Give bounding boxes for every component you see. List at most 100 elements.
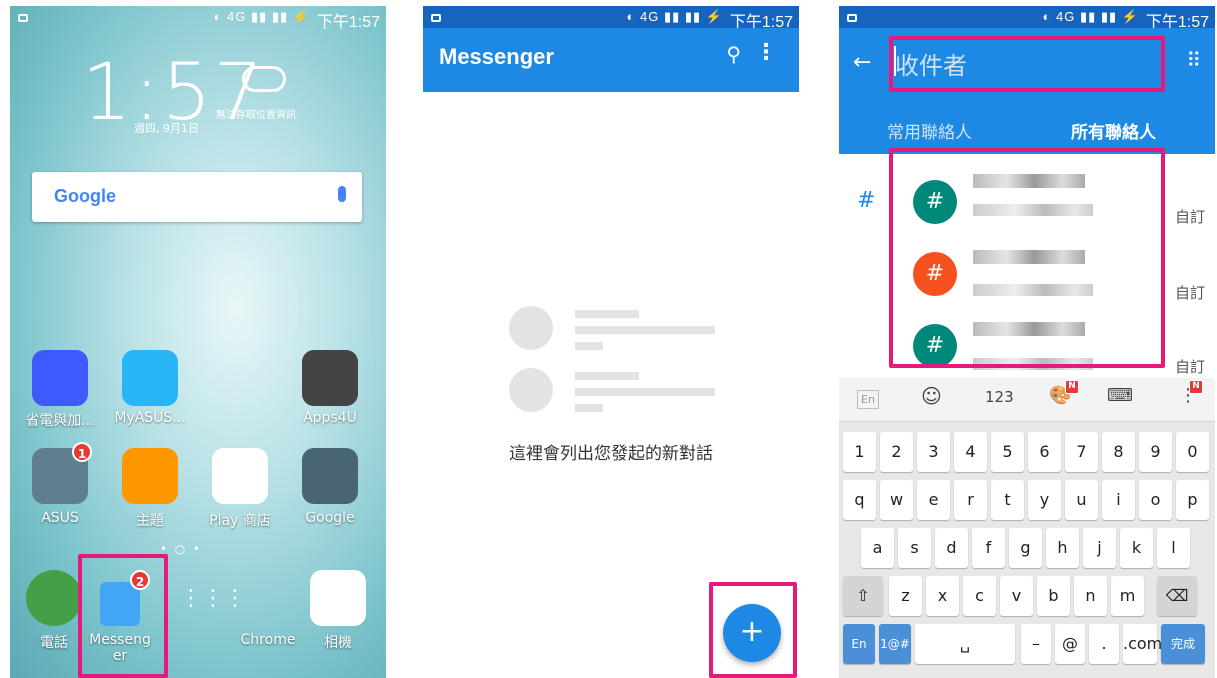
key-row_bottom-4[interactable]: @ [1055, 624, 1085, 664]
key-row_a-3[interactable]: f [972, 528, 1005, 568]
key-row_bottom-3[interactable]: – [1021, 624, 1051, 664]
key-row_q-2[interactable]: e [917, 480, 950, 520]
placeholder-avatar [509, 368, 553, 412]
contact-name [973, 174, 1085, 188]
placeholder-line [575, 372, 639, 380]
google-search-bar[interactable]: Google [32, 172, 362, 222]
keyboard-icon[interactable]: ⌨ [1107, 385, 1133, 406]
phone-icon[interactable] [26, 570, 82, 626]
dialpad-icon[interactable]: ⠿ [1186, 48, 1201, 72]
key-row_z-7[interactable]: m [1111, 576, 1144, 616]
contact-avatar[interactable]: # [913, 180, 957, 224]
chrome-icon[interactable] [240, 570, 296, 626]
placeholder-line [575, 342, 603, 350]
key-row_a-5[interactable]: h [1046, 528, 1079, 568]
key-row_a-4[interactable]: g [1009, 528, 1042, 568]
new-conversation-button[interactable]: + [723, 604, 781, 662]
key-row_z-4[interactable]: v [1000, 576, 1033, 616]
weather-note: 無法存取位置資訊 [216, 110, 296, 121]
key-row_z-6[interactable]: n [1074, 576, 1107, 616]
key-row_nums-1[interactable]: 2 [880, 432, 913, 472]
notification-badge: 1 [72, 442, 92, 462]
google-folder-icon[interactable] [302, 448, 358, 504]
key-row_q-3[interactable]: r [954, 480, 987, 520]
placeholder-line [575, 404, 603, 412]
search-icon[interactable]: ⚲ [726, 42, 741, 66]
key-row_q-9[interactable]: p [1176, 480, 1209, 520]
numbers-key[interactable]: 123 [985, 388, 1014, 406]
app-bar: Messenger ⚲ ⋮ [423, 28, 799, 92]
key-row_nums-2[interactable]: 3 [917, 432, 950, 472]
camera-icon[interactable] [310, 570, 366, 626]
key-row_nums-5[interactable]: 6 [1028, 432, 1061, 472]
status-icons: ◐ 4G ▮▮ ▮▮ ⚡ [213, 9, 310, 24]
key-row_bottom-1[interactable]: 1@# [879, 624, 911, 664]
app-bar: ← 收件者 ⠿ 常用聯絡人 所有聯絡人 [839, 28, 1215, 154]
home-screen: ◐ 4G ▮▮ ▮▮ ⚡ 下午1:57 1:57 無法存取位置資訊 週四, 9月… [10, 6, 386, 678]
play-store-icon[interactable] [212, 448, 268, 504]
key-row_q-6[interactable]: u [1065, 480, 1098, 520]
themes-app-icon[interactable] [122, 448, 178, 504]
key-row_a-7[interactable]: k [1120, 528, 1153, 568]
key-row_bottom-7[interactable]: 完成 [1161, 624, 1205, 664]
key-row_z-1[interactable]: z [889, 576, 922, 616]
power-saver-app-icon[interactable] [32, 350, 88, 406]
messenger-screen: ◐ 4G ▮▮ ▮▮ ⚡ 下午1:57 Messenger ⚲ ⋮ 這裡會列出您… [423, 6, 799, 678]
back-arrow-icon[interactable]: ← [853, 50, 871, 75]
key-row_nums-8[interactable]: 9 [1139, 432, 1172, 472]
key-row_q-7[interactable]: i [1102, 480, 1135, 520]
tab-all-contacts[interactable]: 所有聯絡人 [1071, 118, 1156, 143]
contact-avatar[interactable]: # [913, 252, 957, 296]
app-label: 主題 [136, 513, 164, 529]
app-drawer-icon[interactable]: ⋮⋮⋮ [180, 586, 246, 611]
key-row_nums-3[interactable]: 4 [954, 432, 987, 472]
contact-number [973, 204, 1093, 216]
key-row_a-1[interactable]: s [898, 528, 931, 568]
notification-icon [847, 13, 857, 22]
recipient-input[interactable]: 收件者 [895, 46, 967, 81]
status-icons: ◐ 4G ▮▮ ▮▮ ⚡ [1042, 9, 1139, 24]
contact-number [973, 284, 1093, 296]
mic-icon[interactable] [338, 186, 346, 202]
emoji-icon[interactable]: ☺ [921, 384, 942, 408]
apps4u-folder-icon[interactable] [302, 350, 358, 406]
key-row_z-3[interactable]: c [963, 576, 996, 616]
key-row_z-2[interactable]: x [926, 576, 959, 616]
key-row_q-5[interactable]: y [1028, 480, 1061, 520]
date-label: 週四, 9月1日 [134, 122, 199, 135]
key-row_bottom-0[interactable]: En [843, 624, 875, 664]
key-row_nums-9[interactable]: 0 [1176, 432, 1209, 472]
key-row_a-0[interactable]: a [861, 528, 894, 568]
key-row_a-8[interactable]: l [1157, 528, 1190, 568]
key-row_bottom-2[interactable]: ␣ [915, 624, 1015, 664]
key-row_q-0[interactable]: q [843, 480, 876, 520]
placeholder-line [575, 326, 715, 334]
cloud-icon [242, 66, 286, 92]
key-row_q-8[interactable]: o [1139, 480, 1172, 520]
app-label: MyASUS... [114, 410, 186, 426]
notification-icon [431, 13, 441, 22]
key-row_q-1[interactable]: w [880, 480, 913, 520]
status-icons: ◐ 4G ▮▮ ▮▮ ⚡ [626, 9, 723, 24]
key-row_z-0[interactable]: ⇧ [843, 576, 883, 616]
key-row_bottom-6[interactable]: .com [1123, 624, 1162, 664]
keyboard-toolbar: En ☺ 123 🎨 N ⌨ ⋮ N [839, 378, 1215, 422]
contact-avatar[interactable]: # [913, 324, 957, 368]
contact-name [973, 322, 1085, 336]
tab-frequent-contacts[interactable]: 常用聯絡人 [887, 118, 972, 143]
key-row_z-8[interactable]: ⌫ [1157, 576, 1197, 616]
key-row_a-6[interactable]: j [1083, 528, 1116, 568]
compose-screen: ◐ 4G ▮▮ ▮▮ ⚡ 下午1:57 ← 收件者 ⠿ 常用聯絡人 所有聯絡人 … [839, 6, 1215, 678]
key-row_nums-7[interactable]: 8 [1102, 432, 1135, 472]
key-row_a-2[interactable]: d [935, 528, 968, 568]
language-key[interactable]: En [857, 390, 879, 409]
key-row_nums-6[interactable]: 7 [1065, 432, 1098, 472]
key-row_z-5[interactable]: b [1037, 576, 1070, 616]
notification-icon [18, 13, 28, 22]
key-row_q-4[interactable]: t [991, 480, 1024, 520]
more-options-icon[interactable]: ⋮ [755, 40, 777, 65]
key-row_bottom-5[interactable]: . [1089, 624, 1119, 664]
key-row_nums-4[interactable]: 5 [991, 432, 1024, 472]
key-row_nums-0[interactable]: 1 [843, 432, 876, 472]
myasus-app-icon[interactable] [122, 350, 178, 406]
